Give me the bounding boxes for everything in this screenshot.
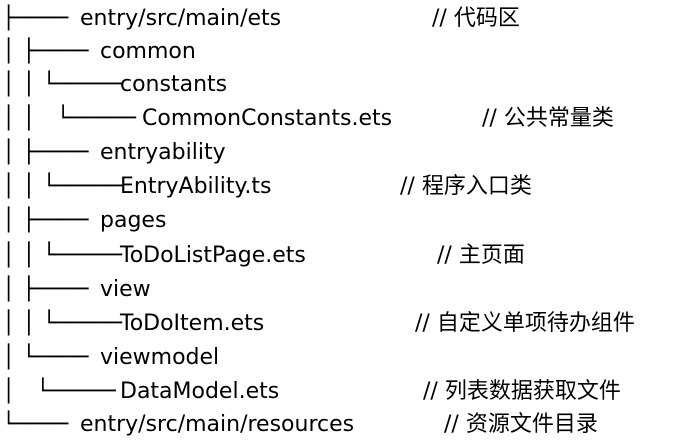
tree-comment: // 主页面: [437, 243, 525, 268]
tree-connector: │ │ └─────: [2, 106, 136, 131]
tree-row-resources: └──── entry/src/main/resources // 资源文件目录: [0, 408, 677, 442]
tree-comment: // 程序入口类: [400, 174, 532, 199]
directory-tree: ├──── entry/src/main/ets // 代码区 │ ├──── …: [0, 0, 677, 442]
tree-row-data-model-file: │ └───── DataModel.ets // 列表数据获取文件: [0, 375, 677, 409]
tree-row-ets: ├──── entry/src/main/ets // 代码区: [0, 2, 677, 36]
tree-node-label: entryability: [100, 140, 226, 165]
tree-comment: // 代码区: [432, 6, 520, 31]
tree-connector: ├────: [2, 6, 69, 31]
tree-connector: │ │ └─────: [2, 243, 122, 268]
tree-node-label: common: [100, 39, 196, 64]
tree-row-todolist-page-file: │ │ └───── ToDoListPage.ets // 主页面: [0, 239, 677, 273]
tree-row-pages: │ ├──── pages: [0, 204, 677, 238]
tree-connector: │ │ └─────: [2, 72, 122, 97]
tree-row-constants: │ │ └───── constants: [0, 68, 677, 102]
tree-node-label: entry/src/main/resources: [80, 412, 355, 437]
tree-row-entryability: │ ├──── entryability: [0, 136, 677, 170]
tree-connector: │ │ └─────: [2, 311, 122, 336]
tree-connector: └────: [2, 412, 69, 437]
tree-node-label: ToDoListPage.ets: [120, 243, 306, 268]
tree-comment: // 自定义单项待办组件: [415, 311, 635, 336]
tree-node-label: DataModel.ets: [120, 379, 280, 404]
tree-node-label: EntryAbility.ts: [120, 174, 272, 199]
tree-row-common-constants-file: │ │ └───── CommonConstants.ets // 公共常量类: [0, 102, 677, 136]
tree-node-label: CommonConstants.ets: [142, 106, 393, 131]
tree-row-viewmodel: │ └──── viewmodel: [0, 341, 677, 375]
tree-connector: │ ├────: [2, 140, 89, 165]
tree-comment: // 公共常量类: [482, 106, 614, 131]
tree-node-label: entry/src/main/ets: [80, 6, 282, 31]
tree-node-label: viewmodel: [100, 345, 220, 370]
tree-connector: │ ├────: [2, 39, 89, 64]
tree-row-common: │ ├──── common: [0, 35, 677, 69]
tree-connector: │ ├────: [2, 208, 89, 233]
tree-node-label: ToDoItem.ets: [120, 311, 265, 336]
tree-connector: │ └────: [2, 345, 89, 370]
tree-comment: // 列表数据获取文件: [423, 379, 621, 404]
tree-node-label: view: [100, 277, 151, 302]
tree-node-label: pages: [100, 208, 167, 233]
tree-node-label: constants: [120, 72, 228, 97]
tree-row-entry-ability-file: │ │ └───── EntryAbility.ts // 程序入口类: [0, 170, 677, 204]
tree-row-view: │ ├──── view: [0, 273, 677, 307]
tree-connector: │ ├────: [2, 277, 89, 302]
tree-connector: │ └─────: [2, 379, 116, 404]
tree-row-todo-item-file: │ │ └───── ToDoItem.ets // 自定义单项待办组件: [0, 307, 677, 341]
tree-comment: // 资源文件目录: [444, 412, 598, 437]
tree-connector: │ │ └─────: [2, 174, 122, 199]
